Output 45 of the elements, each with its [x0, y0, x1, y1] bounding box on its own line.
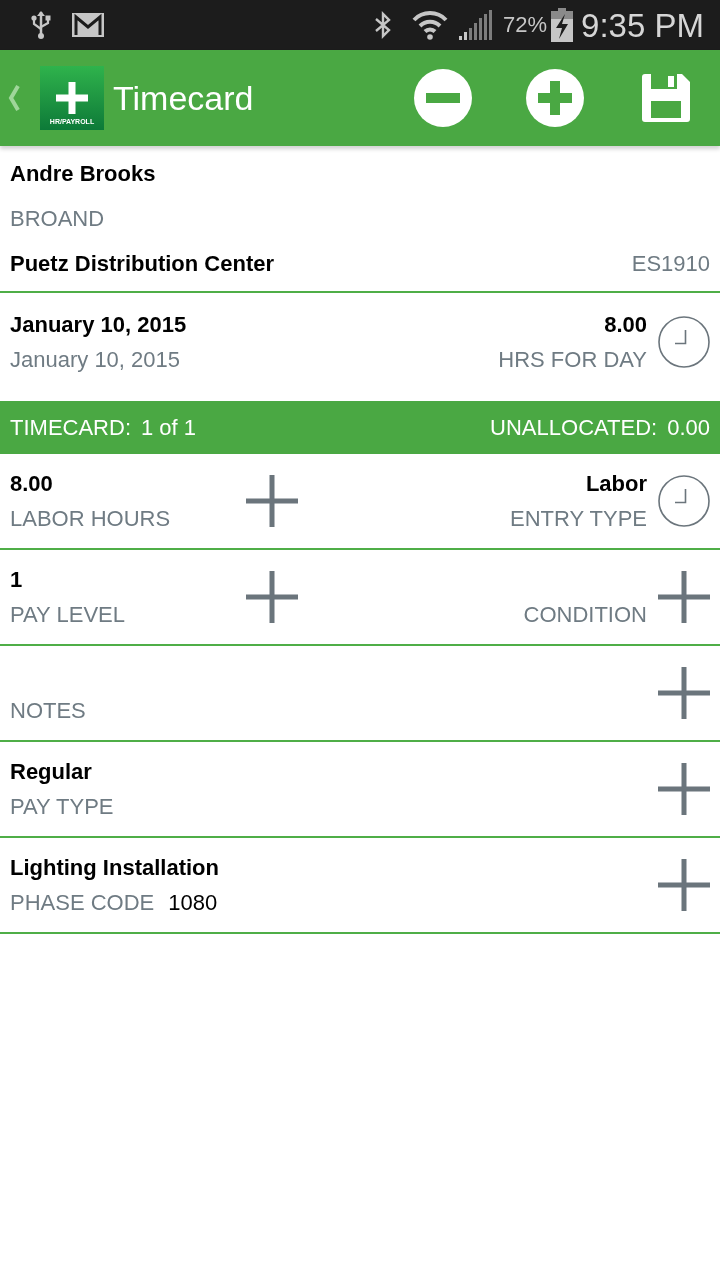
plus-icon[interactable] [658, 667, 710, 719]
mail-icon [72, 13, 104, 37]
field-label: LABOR HOURS [10, 505, 171, 533]
field-code: 1080 [168, 889, 218, 917]
field-label: PAY LEVEL [10, 601, 125, 629]
signal-icon [459, 10, 494, 40]
field-value: Lighting Installation [10, 854, 219, 882]
wifi-icon [411, 10, 450, 40]
plus-icon [56, 82, 88, 114]
location-name: Puetz Distribution Center [10, 250, 274, 278]
timecard-label: TIMECARD: [10, 416, 131, 439]
unallocated-value: 0.00 [667, 416, 710, 439]
field-label: ENTRY TYPE [510, 505, 647, 533]
clock-icon[interactable] [658, 475, 710, 527]
field-value: 1 [10, 566, 23, 594]
plus-circle-icon[interactable] [526, 69, 584, 127]
plus-icon[interactable] [658, 763, 710, 815]
timecard-count: 1 of 1 [141, 416, 197, 439]
battery-charging-icon [551, 8, 574, 42]
date-subtitle: January 10, 2015 [10, 346, 181, 374]
plus-icon[interactable] [658, 859, 710, 911]
field-label: NOTES [10, 697, 86, 725]
battery-percent: 72% [503, 14, 548, 36]
location-code: ES1910 [631, 250, 710, 278]
field-label: PAY TYPE [10, 793, 114, 821]
minus-circle-icon[interactable] [414, 69, 472, 127]
field-value: Regular [10, 758, 92, 786]
clock-time: 9:35 PM [581, 8, 704, 42]
save-icon[interactable] [642, 74, 690, 122]
employee-code: BROAND [10, 205, 106, 233]
day-hours: 8.00 [604, 311, 647, 339]
unallocated-label: UNALLOCATED: [490, 416, 658, 439]
field-value: Labor [585, 470, 647, 498]
plus-icon[interactable] [658, 571, 710, 623]
field-label: CONDITION [523, 601, 647, 629]
usb-icon [30, 10, 52, 40]
screen-title: Timecard [113, 81, 254, 115]
date-title: January 10, 2015 [10, 311, 187, 339]
plus-icon[interactable] [246, 571, 298, 623]
plus-icon[interactable] [246, 475, 298, 527]
clock-icon[interactable] [658, 316, 710, 368]
employee-name: Andre Brooks [10, 160, 157, 188]
field-value: 8.00 [10, 470, 53, 498]
day-hours-label: HRS FOR DAY [498, 346, 647, 374]
field-label: PHASE CODE [10, 889, 155, 917]
